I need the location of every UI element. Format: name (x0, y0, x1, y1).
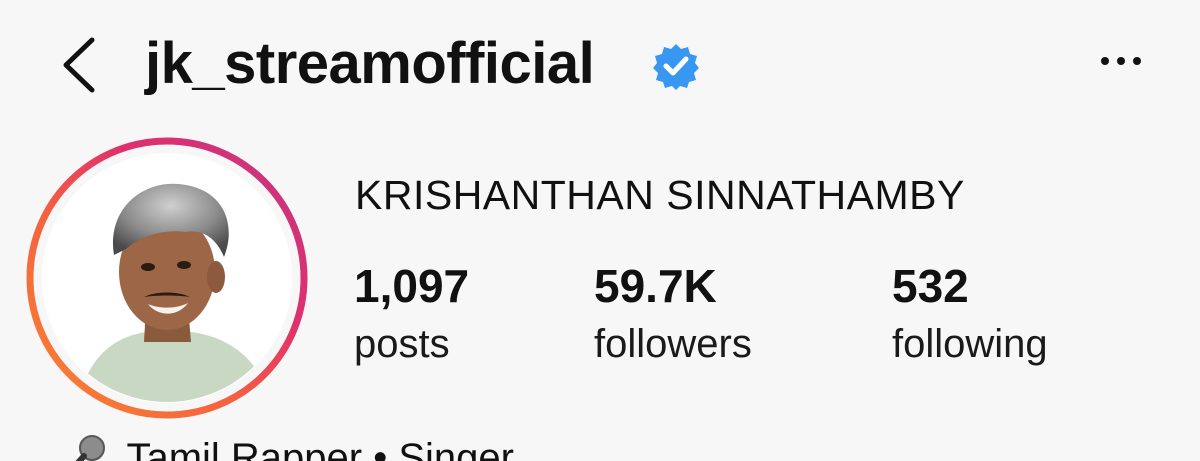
back-button[interactable] (56, 36, 104, 94)
avatar (26, 137, 308, 419)
following-stat[interactable]: 532 following (892, 258, 1048, 374)
bio-text: Tamil Rapper • Singer (126, 436, 514, 461)
profile-header: jk_streamofficial (0, 0, 1200, 130)
profile-full-name: KRISHANTHAN SINNATHAMBY (355, 172, 965, 218)
following-label: following (892, 322, 1048, 366)
followers-stat[interactable]: 59.7K followers (594, 258, 752, 374)
posts-stat[interactable]: 1,097 posts (354, 258, 469, 374)
profile-username: jk_streamofficial (145, 31, 595, 96)
more-horizontal-icon (1101, 57, 1141, 65)
followers-label: followers (594, 322, 752, 366)
more-options-button[interactable] (1096, 48, 1146, 74)
profile-avatar[interactable] (26, 137, 308, 419)
chevron-left-icon (63, 37, 95, 93)
profile-bio: Tamil Rapper • Singer (62, 432, 514, 461)
microphone-icon (62, 432, 110, 461)
verified-badge-icon (652, 42, 700, 90)
posts-label: posts (354, 322, 450, 366)
followers-count: 59.7K (594, 260, 717, 312)
posts-count: 1,097 (354, 260, 470, 312)
following-count: 532 (892, 260, 969, 312)
